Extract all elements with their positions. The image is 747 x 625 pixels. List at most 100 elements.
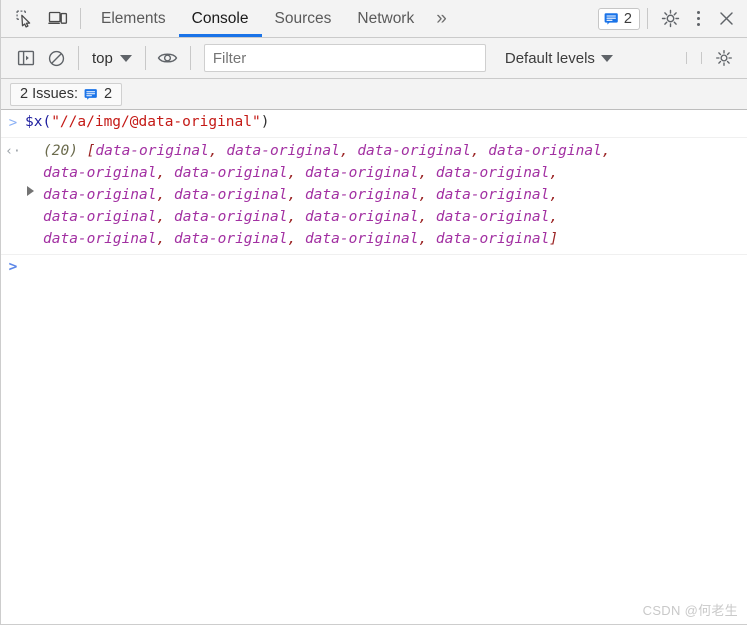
live-expression-icon[interactable] [153, 44, 183, 72]
array-item: data-original [304, 230, 419, 247]
array-item: data-original [304, 164, 419, 181]
issues-bar: 2 Issues: 2 [1, 79, 747, 110]
kebab-menu-icon[interactable] [685, 6, 711, 32]
array-separator: , [287, 230, 305, 247]
filter-input[interactable] [203, 44, 486, 72]
array-separator: , [418, 230, 436, 247]
tab-elements-label: Elements [101, 9, 166, 27]
watermark: CSDN @何老生 [642, 603, 738, 618]
clear-console-icon[interactable] [41, 44, 71, 72]
array-separator: , [549, 186, 559, 203]
tab-elements[interactable]: Elements [88, 0, 179, 37]
console-toolbar-divider-5 [701, 52, 702, 64]
console-result-message[interactable]: ‹· (20) [data-original, data-original, d… [1, 138, 747, 255]
result-line: data-original, data-original, data-origi… [43, 162, 611, 184]
tab-network[interactable]: Network [344, 0, 427, 37]
array-separator: , [287, 164, 305, 181]
console-message-list: > $x("//a/img/@data-original") ‹· (20) [… [1, 110, 747, 624]
tab-sources-label: Sources [274, 9, 332, 27]
result-prompt-icon: ‹· [5, 143, 21, 159]
array-item: data-original [304, 186, 419, 203]
console-input-row[interactable]: > [1, 255, 747, 279]
array-item: data-original [173, 186, 288, 203]
result-body: (20) [data-original, data-original, data… [25, 140, 611, 250]
chevron-down-icon [119, 54, 132, 62]
tabbar-divider [80, 8, 81, 29]
console-settings-gear-icon[interactable] [709, 44, 739, 72]
issues-message-icon [84, 88, 98, 101]
array-separator: , [156, 164, 174, 181]
log-levels-label: Default levels [504, 49, 595, 67]
console-toolbar-divider-2 [144, 46, 146, 70]
array-item: data-original [435, 186, 550, 203]
issues-bar-label: 2 Issues: [20, 86, 79, 102]
array-separator: , [156, 230, 174, 247]
console-input[interactable] [25, 259, 747, 277]
command-close-paren: ) [260, 114, 270, 130]
execution-context-label: top [92, 49, 113, 67]
tabbar-left-icons [1, 0, 73, 37]
array-length-label: (20) [43, 142, 87, 159]
array-separator: , [208, 142, 227, 159]
array-item: data-original [435, 230, 550, 247]
gear-icon[interactable] [655, 5, 685, 33]
array-item: data-original [488, 142, 602, 159]
console-toolbar-divider-4 [686, 52, 687, 64]
close-icon[interactable] [711, 5, 741, 33]
device-toolbar-icon[interactable] [43, 5, 73, 33]
tab-sources[interactable]: Sources [262, 0, 345, 37]
tabbar-right-divider [647, 8, 648, 29]
array-separator: , [549, 164, 559, 181]
array-item: data-original [435, 164, 550, 181]
array-item: data-original [173, 164, 288, 181]
issues-count-label: 2 [623, 10, 632, 27]
array-item: data-original [43, 230, 157, 247]
show-console-sidebar-icon[interactable] [11, 44, 41, 72]
array-item: data-original [173, 208, 288, 225]
array-item: data-original [435, 208, 550, 225]
command-function: $x( [25, 114, 52, 130]
result-array-text: (20) [data-original, data-original, data… [43, 140, 611, 250]
array-item: data-original [43, 208, 157, 225]
array-separator: , [418, 186, 436, 203]
tab-console-label: Console [191, 9, 249, 27]
array-item: data-original [226, 142, 340, 159]
console-input-prompt-icon: > [8, 258, 18, 275]
array-separator: , [156, 208, 174, 225]
more-tabs-icon[interactable]: » [427, 0, 454, 37]
array-separator: , [287, 208, 305, 225]
array-item: data-original [95, 142, 209, 159]
issues-counter-button[interactable]: 2 [597, 7, 640, 30]
array-separator: , [287, 186, 305, 203]
issues-message-icon [604, 12, 619, 26]
command-string-literal: "//a/img/@data-original" [51, 114, 261, 130]
array-separator: , [549, 208, 559, 225]
array-item: data-original [304, 208, 419, 225]
issues-bar-count: 2 [104, 86, 113, 102]
chevron-down-icon [600, 54, 613, 62]
inspect-element-icon[interactable] [9, 5, 39, 33]
array-item: data-original [173, 230, 288, 247]
devtools-tabbar: Elements Console Sources Network » 2 [1, 0, 747, 38]
result-line: (20) [data-original, data-original, data… [43, 140, 611, 162]
log-levels-selector[interactable]: Default levels [500, 47, 618, 70]
array-item: data-original [357, 142, 471, 159]
result-line: data-original, data-original, data-origi… [43, 228, 611, 250]
execution-context-selector[interactable]: top [86, 47, 138, 70]
devtools-tabs: Elements Console Sources Network [88, 0, 427, 37]
array-item: data-original [43, 164, 157, 181]
more-tabs-label: » [436, 7, 446, 29]
array-separator: , [601, 142, 611, 159]
console-command-message[interactable]: > $x("//a/img/@data-original") [1, 110, 747, 138]
expand-array-triangle-icon[interactable] [27, 185, 34, 196]
array-separator: , [418, 164, 436, 181]
console-toolbar: top Default levels [1, 38, 747, 79]
tab-network-label: Network [357, 9, 415, 27]
issues-bar-button[interactable]: 2 Issues: 2 [10, 82, 123, 106]
tab-console[interactable]: Console [178, 0, 262, 37]
result-line: data-original, data-original, data-origi… [43, 184, 611, 206]
array-separator: , [418, 208, 436, 225]
array-separator: , [470, 142, 489, 159]
array-separator: , [339, 142, 358, 159]
devtools-panel: Elements Console Sources Network » 2 top… [0, 0, 747, 625]
